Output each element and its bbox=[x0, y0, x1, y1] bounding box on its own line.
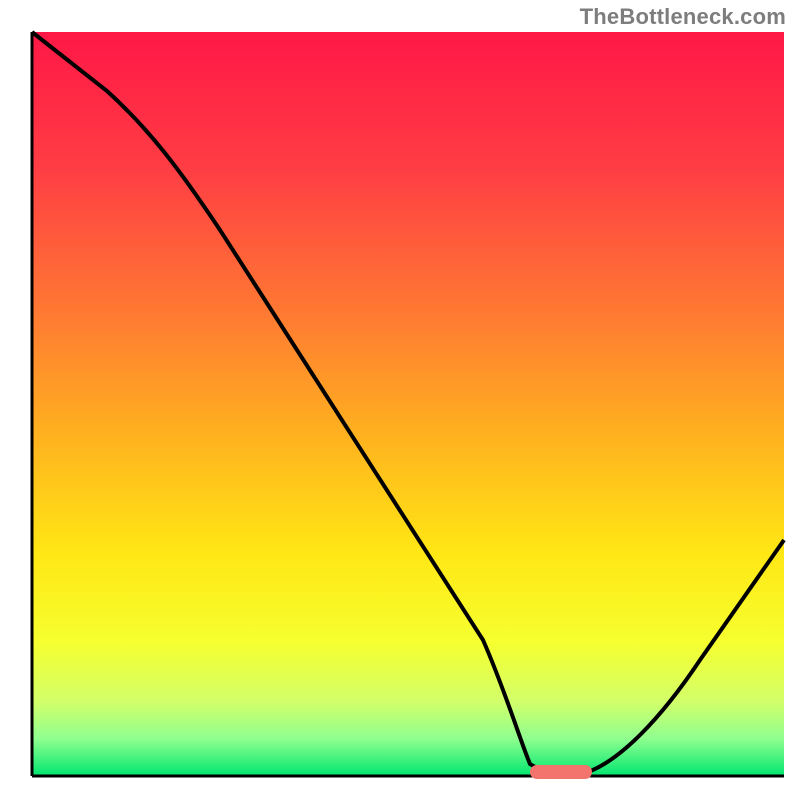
chart-svg bbox=[0, 0, 800, 800]
watermark-text: TheBottleneck.com bbox=[580, 4, 786, 30]
plot-background bbox=[32, 32, 784, 776]
highlight-marker bbox=[530, 765, 592, 779]
chart-container: TheBottleneck.com bbox=[0, 0, 800, 800]
